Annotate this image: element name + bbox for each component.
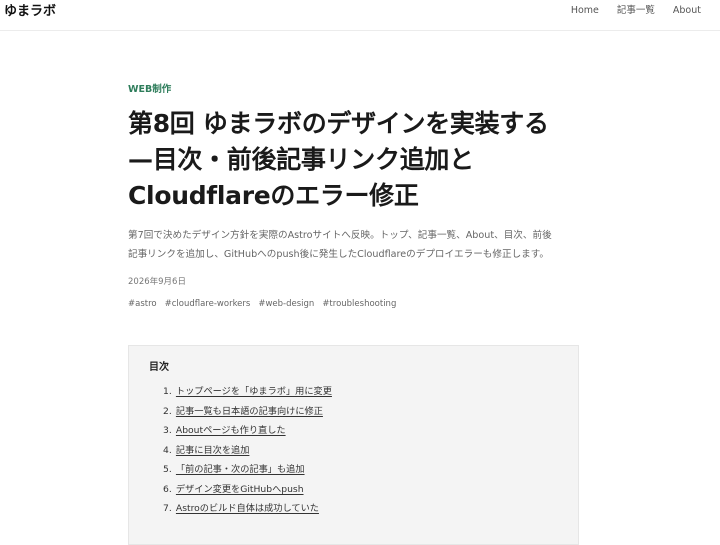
toc-item: 2. 記事一覧も日本語の記事向けに修正 [163,402,558,422]
toc-title: 目次 [149,362,169,373]
toc-number: 2. [163,405,172,417]
toc-item: 3. Aboutページも作り直した [163,421,558,441]
toc-item: 6. デザイン変更をGitHubへpush [163,480,558,500]
nav-home-link[interactable]: Home [571,5,599,17]
tag-link-astro[interactable]: #astro [128,299,157,309]
article: WEB制作 第8回 ゆまラボのデザインを実装する —目次・前後記事リンク追加と … [128,84,580,310]
tag-item: #troubleshooting [322,298,396,310]
nav-articles-link[interactable]: 記事一覧 [617,5,655,17]
category-label: WEB制作 [128,84,172,95]
title-line: —目次・前後記事リンク追加と [128,145,474,174]
toc-link[interactable]: Astroのビルド自体は成功していた [176,503,319,514]
tag-link-cloudflare-workers[interactable]: #cloudflare-workers [165,299,251,309]
title-line: Cloudflareのエラー修正 [128,181,419,210]
toc-list: 1. トップページを「ゆまラボ」用に変更 2. 記事一覧も日本語の記事向けに修正… [149,382,558,519]
toc-number: 7. [163,503,172,514]
main-nav: Home 記事一覧 About [553,5,701,17]
toc-number: 1. [163,386,172,397]
toc-link[interactable]: Aboutページも作り直した [176,425,286,436]
toc-link[interactable]: 「前の記事・次の記事」も追加 [176,464,305,475]
page-title: 第8回 ゆまラボのデザインを実装する —目次・前後記事リンク追加と Cloudf… [128,106,580,214]
toc-number: 3. [163,425,172,436]
toc-link[interactable]: 記事一覧も日本語の記事向けに修正 [176,406,323,417]
toc-item: 1. トップページを「ゆまラボ」用に変更 [163,382,558,402]
tag-item: #cloudflare-workers [165,298,251,310]
toc-link[interactable]: トップページを「ゆまラボ」用に変更 [176,386,332,397]
table-of-contents: 目次 1. トップページを「ゆまラボ」用に変更 2. 記事一覧も日本語の記事向け… [128,345,579,545]
site-header: ゆまラボ Home 記事一覧 About [0,0,720,31]
site-logo[interactable]: ゆまラボ [4,4,56,20]
toc-item: 7. Astroのビルド自体は成功していた [163,499,558,519]
toc-number: 6. [163,483,172,495]
tag-list: #astro #cloudflare-workers #web-design #… [128,298,580,310]
tag-link-troubleshooting[interactable]: #troubleshooting [322,299,396,309]
toc-link[interactable]: 記事に目次を追加 [176,445,250,456]
lead-line: 記事リンクを追加し、GitHubへのpush後に発生したCloudflareのデ… [128,249,549,260]
toc-number: 5. [163,464,172,475]
toc-item: 4. 記事に目次を追加 [163,441,558,461]
title-line: 第8回 ゆまラボのデザインを実装する [128,109,549,138]
publish-date: 2026年9月6日 [128,277,186,287]
nav-about-link[interactable]: About [673,5,701,17]
tag-item: #web-design [258,298,314,310]
tag-item: #astro [128,298,157,310]
toc-link[interactable]: デザイン変更をGitHubへpush [176,484,304,495]
toc-number: 4. [163,444,172,456]
tag-link-web-design[interactable]: #web-design [258,299,314,309]
article-lead: 第7回で決めたデザイン方針を実際のAstroサイトへ反映。トップ、記事一覧、Ab… [128,226,580,264]
lead-line: 第7回で決めたデザイン方針を実際のAstroサイトへ反映。トップ、記事一覧、Ab… [128,230,552,241]
toc-item: 5. 「前の記事・次の記事」も追加 [163,460,558,480]
